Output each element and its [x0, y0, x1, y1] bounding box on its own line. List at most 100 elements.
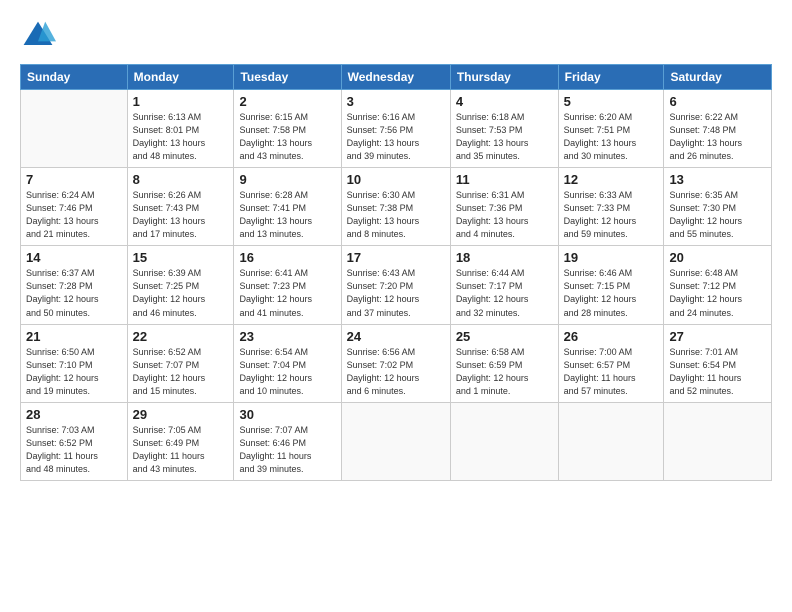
week-row-5: 28 Sunrise: 7:03 AM Sunset: 6:52 PM Dayli… [21, 402, 772, 480]
calendar-cell: 22 Sunrise: 6:52 AM Sunset: 7:07 PM Dayli… [127, 324, 234, 402]
calendar-cell: 6 Sunrise: 6:22 AM Sunset: 7:48 PM Daylig… [664, 90, 772, 168]
day-info: Sunrise: 6:18 AM Sunset: 7:53 PM Dayligh… [456, 111, 553, 163]
calendar-cell [664, 402, 772, 480]
day-info: Sunrise: 6:20 AM Sunset: 7:51 PM Dayligh… [564, 111, 659, 163]
day-number: 16 [239, 250, 335, 265]
day-number: 26 [564, 329, 659, 344]
day-info: Sunrise: 6:28 AM Sunset: 7:41 PM Dayligh… [239, 189, 335, 241]
day-info: Sunrise: 6:58 AM Sunset: 6:59 PM Dayligh… [456, 346, 553, 398]
day-info: Sunrise: 7:01 AM Sunset: 6:54 PM Dayligh… [669, 346, 766, 398]
day-number: 14 [26, 250, 122, 265]
day-number: 19 [564, 250, 659, 265]
weekday-header-sunday: Sunday [21, 65, 128, 90]
calendar-table: SundayMondayTuesdayWednesdayThursdayFrid… [20, 64, 772, 481]
day-number: 17 [347, 250, 445, 265]
calendar-cell: 10 Sunrise: 6:30 AM Sunset: 7:38 PM Dayli… [341, 168, 450, 246]
calendar-cell: 16 Sunrise: 6:41 AM Sunset: 7:23 PM Dayli… [234, 246, 341, 324]
calendar-cell: 24 Sunrise: 6:56 AM Sunset: 7:02 PM Dayli… [341, 324, 450, 402]
week-row-1: 1Sunrise: 6:13 AM Sunset: 8:01 PM Daylig… [21, 90, 772, 168]
calendar-cell: 4 Sunrise: 6:18 AM Sunset: 7:53 PM Daylig… [450, 90, 558, 168]
calendar-cell: 28 Sunrise: 7:03 AM Sunset: 6:52 PM Dayli… [21, 402, 128, 480]
day-number: 8 [133, 172, 229, 187]
calendar-cell: 15 Sunrise: 6:39 AM Sunset: 7:25 PM Dayli… [127, 246, 234, 324]
calendar-cell: 23Sunrise: 6:54 AM Sunset: 7:04 PM Dayli… [234, 324, 341, 402]
calendar-cell: 21 Sunrise: 6:50 AM Sunset: 7:10 PM Dayli… [21, 324, 128, 402]
weekday-header-row: SundayMondayTuesdayWednesdayThursdayFrid… [21, 65, 772, 90]
day-number: 1 [133, 94, 229, 109]
logo-icon [20, 18, 56, 54]
weekday-header-tuesday: Tuesday [234, 65, 341, 90]
weekday-header-monday: Monday [127, 65, 234, 90]
calendar-cell [450, 402, 558, 480]
day-info: Sunrise: 6:54 AM Sunset: 7:04 PM Dayligh… [239, 346, 335, 398]
header [20, 18, 772, 54]
calendar-cell: 27 Sunrise: 7:01 AM Sunset: 6:54 PM Dayli… [664, 324, 772, 402]
day-number: 6 [669, 94, 766, 109]
calendar-cell: 26Sunrise: 7:00 AM Sunset: 6:57 PM Dayli… [558, 324, 664, 402]
day-info: Sunrise: 6:44 AM Sunset: 7:17 PM Dayligh… [456, 267, 553, 319]
day-info: Sunrise: 7:03 AM Sunset: 6:52 PM Dayligh… [26, 424, 122, 476]
day-info: Sunrise: 6:26 AM Sunset: 7:43 PM Dayligh… [133, 189, 229, 241]
calendar-cell: 8 Sunrise: 6:26 AM Sunset: 7:43 PM Daylig… [127, 168, 234, 246]
calendar-cell: 29Sunrise: 7:05 AM Sunset: 6:49 PM Dayli… [127, 402, 234, 480]
day-info: Sunrise: 6:35 AM Sunset: 7:30 PM Dayligh… [669, 189, 766, 241]
day-number: 21 [26, 329, 122, 344]
calendar-cell: 3 Sunrise: 6:16 AM Sunset: 7:56 PM Daylig… [341, 90, 450, 168]
day-info: Sunrise: 6:41 AM Sunset: 7:23 PM Dayligh… [239, 267, 335, 319]
calendar-cell [558, 402, 664, 480]
day-number: 24 [347, 329, 445, 344]
calendar-cell: 25 Sunrise: 6:58 AM Sunset: 6:59 PM Dayli… [450, 324, 558, 402]
calendar-cell: 19 Sunrise: 6:46 AM Sunset: 7:15 PM Dayli… [558, 246, 664, 324]
day-info: Sunrise: 6:48 AM Sunset: 7:12 PM Dayligh… [669, 267, 766, 319]
day-info: Sunrise: 6:52 AM Sunset: 7:07 PM Dayligh… [133, 346, 229, 398]
day-number: 11 [456, 172, 553, 187]
day-number: 18 [456, 250, 553, 265]
calendar-cell: 17 Sunrise: 6:43 AM Sunset: 7:20 PM Dayli… [341, 246, 450, 324]
logo [20, 18, 62, 54]
calendar-cell: 9Sunrise: 6:28 AM Sunset: 7:41 PM Daylig… [234, 168, 341, 246]
calendar-cell: 11 Sunrise: 6:31 AM Sunset: 7:36 PM Dayli… [450, 168, 558, 246]
weekday-header-saturday: Saturday [664, 65, 772, 90]
day-number: 20 [669, 250, 766, 265]
day-number: 22 [133, 329, 229, 344]
week-row-3: 14 Sunrise: 6:37 AM Sunset: 7:28 PM Dayli… [21, 246, 772, 324]
weekday-header-wednesday: Wednesday [341, 65, 450, 90]
day-number: 7 [26, 172, 122, 187]
calendar-cell: 7Sunrise: 6:24 AM Sunset: 7:46 PM Daylig… [21, 168, 128, 246]
day-info: Sunrise: 6:43 AM Sunset: 7:20 PM Dayligh… [347, 267, 445, 319]
day-number: 30 [239, 407, 335, 422]
day-info: Sunrise: 6:39 AM Sunset: 7:25 PM Dayligh… [133, 267, 229, 319]
day-info: Sunrise: 6:37 AM Sunset: 7:28 PM Dayligh… [26, 267, 122, 319]
day-info: Sunrise: 6:22 AM Sunset: 7:48 PM Dayligh… [669, 111, 766, 163]
day-number: 5 [564, 94, 659, 109]
day-info: Sunrise: 6:56 AM Sunset: 7:02 PM Dayligh… [347, 346, 445, 398]
calendar-cell: 12Sunrise: 6:33 AM Sunset: 7:33 PM Dayli… [558, 168, 664, 246]
calendar-cell [341, 402, 450, 480]
day-number: 27 [669, 329, 766, 344]
day-number: 3 [347, 94, 445, 109]
day-number: 13 [669, 172, 766, 187]
day-info: Sunrise: 7:07 AM Sunset: 6:46 PM Dayligh… [239, 424, 335, 476]
day-number: 4 [456, 94, 553, 109]
day-info: Sunrise: 6:50 AM Sunset: 7:10 PM Dayligh… [26, 346, 122, 398]
calendar-cell: 13 Sunrise: 6:35 AM Sunset: 7:30 PM Dayli… [664, 168, 772, 246]
weekday-header-thursday: Thursday [450, 65, 558, 90]
calendar-cell: 2Sunrise: 6:15 AM Sunset: 7:58 PM Daylig… [234, 90, 341, 168]
day-number: 15 [133, 250, 229, 265]
calendar-cell: 5 Sunrise: 6:20 AM Sunset: 7:51 PM Daylig… [558, 90, 664, 168]
week-row-2: 7Sunrise: 6:24 AM Sunset: 7:46 PM Daylig… [21, 168, 772, 246]
day-info: Sunrise: 6:16 AM Sunset: 7:56 PM Dayligh… [347, 111, 445, 163]
calendar-cell [21, 90, 128, 168]
day-number: 2 [239, 94, 335, 109]
calendar-cell: 30 Sunrise: 7:07 AM Sunset: 6:46 PM Dayli… [234, 402, 341, 480]
weekday-header-friday: Friday [558, 65, 664, 90]
day-number: 12 [564, 172, 659, 187]
day-number: 29 [133, 407, 229, 422]
day-info: Sunrise: 6:31 AM Sunset: 7:36 PM Dayligh… [456, 189, 553, 241]
page: SundayMondayTuesdayWednesdayThursdayFrid… [0, 0, 792, 612]
day-number: 25 [456, 329, 553, 344]
day-number: 10 [347, 172, 445, 187]
day-info: Sunrise: 6:46 AM Sunset: 7:15 PM Dayligh… [564, 267, 659, 319]
day-info: Sunrise: 6:30 AM Sunset: 7:38 PM Dayligh… [347, 189, 445, 241]
day-number: 28 [26, 407, 122, 422]
